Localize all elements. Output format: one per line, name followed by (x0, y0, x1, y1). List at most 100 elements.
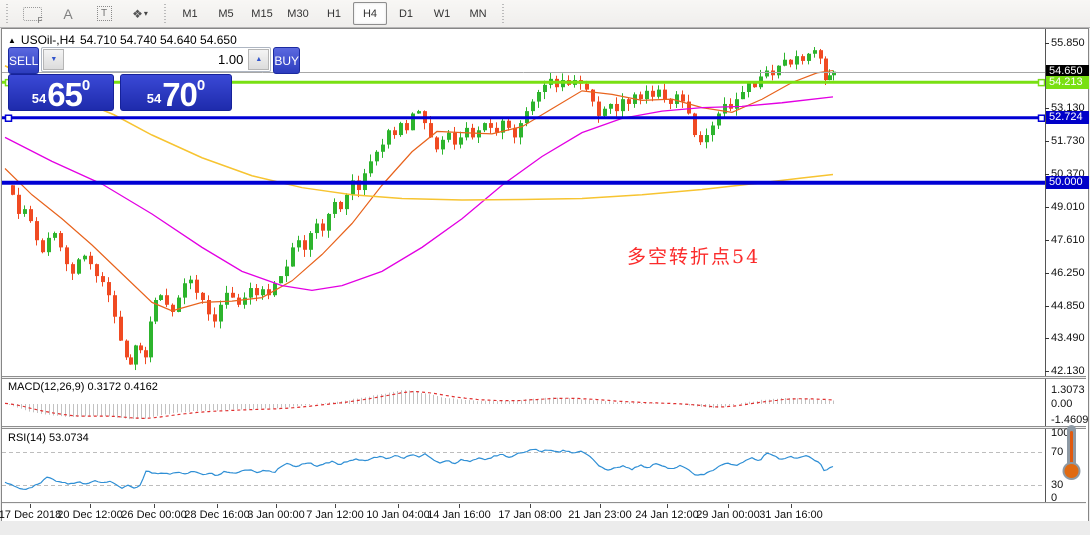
price-axis-line (1045, 29, 1046, 504)
price-axis-tick (1045, 141, 1049, 142)
price-axis-label: 47.610 (1051, 234, 1085, 246)
top-toolbar: F A T ❖ ▾ M1 M5 M15 M30 H1 H4 D1 W1 MN (0, 0, 1090, 28)
sell-price-pip: 0 (81, 77, 91, 94)
time-axis-tick (530, 504, 531, 508)
volume-increase-button[interactable]: ▲ (248, 49, 270, 70)
time-axis-label: 17 Jan 08:00 (498, 509, 562, 521)
rsi-axis-label: 0 (1051, 492, 1058, 504)
volume-spinner: ▼ ▲ (41, 47, 272, 72)
time-axis-tick (459, 504, 460, 508)
time-axis-label: 20 Dec 12:00 (57, 509, 123, 521)
volume-decrease-button[interactable]: ▼ (43, 49, 65, 70)
volume-input[interactable] (65, 48, 248, 71)
price-level-badge: 50.000 (1046, 176, 1089, 189)
time-axis-label: 10 Jan 04:00 (366, 509, 430, 521)
collapse-triangle-icon[interactable]: ▲ (8, 36, 16, 45)
timeframe-button-mn[interactable]: MN (461, 2, 495, 25)
price-axis-label: 43.490 (1051, 332, 1085, 344)
sell-price-button[interactable]: 54 65 0 (8, 74, 114, 111)
text-tool-icon: A (63, 5, 73, 22)
macd-label: MACD(12,26,9) 0.3172 0.4162 (8, 381, 158, 393)
quote-ohlc: 54.710 54.740 54.640 54.650 (79, 33, 237, 47)
label-tool-button[interactable]: F (15, 2, 49, 25)
price-level-badge: 52.724 (1046, 111, 1089, 124)
time-axis-tick (398, 504, 399, 508)
time-axis-label: 26 Dec 00:00 (121, 509, 187, 521)
timeframe-button-d1[interactable]: D1 (389, 2, 423, 25)
time-axis-label: 29 Jan 00:00 (696, 509, 760, 521)
chart-text-annotation: 多空转折点54 (627, 246, 761, 268)
price-axis-label: 44.850 (1051, 300, 1085, 312)
time-axis-tick (728, 504, 729, 508)
chevron-down-icon: ▾ (143, 9, 148, 18)
time-axis-label: 21 Jan 23:00 (568, 509, 632, 521)
time-axis-label: 31 Jan 16:00 (759, 509, 823, 521)
price-axis-tick (1045, 43, 1049, 44)
buy-price-pip: 0 (196, 77, 206, 94)
textbox-tool-button[interactable]: T (87, 2, 121, 25)
time-axis-label: 28 Dec 16:00 (184, 509, 250, 521)
chart-quote-header: ▲ USOil-,H4 54.710 54.740 54.640 54.650 (8, 33, 237, 47)
sell-button[interactable]: SELL (8, 47, 40, 74)
price-axis-tick (1045, 273, 1049, 274)
arrows-tool-button[interactable]: ❖ ▾ (123, 2, 157, 25)
rsi-indicator-pane[interactable] (2, 430, 1045, 502)
macd-axis-label: 0.00 (1051, 398, 1073, 410)
time-axis-label: 7 Jan 12:00 (306, 509, 364, 521)
time-axis-tick (217, 504, 218, 508)
arrows-tool-icon: ❖ (132, 6, 143, 21)
macd-axis-label: 1.3073 (1051, 384, 1085, 396)
buy-price-prefix: 54 (146, 91, 162, 106)
price-axis-tick (1045, 338, 1049, 339)
price-axis-label: 55.850 (1051, 37, 1085, 49)
price-axis-tick (1045, 306, 1049, 307)
pane-separator-time (2, 502, 1086, 504)
time-axis-tick (154, 504, 155, 508)
sell-price-main: 65 (47, 76, 83, 113)
time-axis-label: 17 Dec 2018 (0, 509, 62, 521)
timeframe-button-w1[interactable]: W1 (425, 2, 459, 25)
time-axis-tick (90, 504, 91, 508)
price-axis-label: 42.130 (1051, 365, 1085, 377)
time-axis-label: 3 Jan 00:00 (247, 509, 305, 521)
textbox-tool-icon: T (96, 6, 112, 21)
pane-separator-rsi[interactable] (2, 426, 1086, 429)
timeframe-button-m5[interactable]: M5 (209, 2, 243, 25)
price-axis-tick (1045, 371, 1049, 372)
price-level-badge: 54.213 (1046, 76, 1089, 89)
timeframe-button-h1[interactable]: H1 (317, 2, 351, 25)
price-axis-tick (1045, 240, 1049, 241)
time-axis-tick (276, 504, 277, 508)
price-axis-tick (1045, 108, 1049, 109)
timeframe-button-m15[interactable]: M15 (245, 2, 279, 25)
one-click-trading-panel: SELL ▼ ▲ BUY 54 65 0 54 70 0 (8, 47, 301, 111)
timeframe-button-m1[interactable]: M1 (173, 2, 207, 25)
timeframe-button-h4[interactable]: H4 (353, 2, 387, 25)
buy-button[interactable]: BUY (273, 47, 301, 74)
time-axis-label: 14 Jan 16:00 (427, 509, 491, 521)
thermometer-icon (1062, 425, 1081, 480)
buy-price-button[interactable]: 54 70 0 (120, 74, 232, 111)
buy-price-main: 70 (162, 76, 198, 113)
chart-title: USOil-,H4 (20, 33, 75, 47)
timeframe-button-group: M1 M5 M15 M30 H1 H4 D1 W1 MN (172, 2, 496, 25)
pane-separator-macd[interactable] (2, 376, 1086, 379)
toolbar-grip[interactable] (162, 3, 168, 24)
time-axis-tick (791, 504, 792, 508)
sell-price-prefix: 54 (31, 91, 47, 106)
toolbar-grip[interactable] (500, 3, 506, 24)
price-axis-tick (1045, 207, 1049, 208)
time-axis-tick (335, 504, 336, 508)
time-axis-tick (600, 504, 601, 508)
toolbar-grip[interactable] (4, 3, 10, 24)
macd-indicator-pane[interactable] (2, 379, 1045, 426)
price-axis-label: 46.250 (1051, 267, 1085, 279)
price-axis-label: 51.730 (1051, 135, 1085, 147)
time-axis-tick (667, 504, 668, 508)
time-axis-tick (30, 504, 31, 508)
price-axis-tick (1045, 174, 1049, 175)
time-axis-label: 24 Jan 12:00 (635, 509, 699, 521)
timeframe-button-m30[interactable]: M30 (281, 2, 315, 25)
window-bottom-strip (0, 521, 1090, 535)
text-tool-button[interactable]: A (51, 2, 85, 25)
